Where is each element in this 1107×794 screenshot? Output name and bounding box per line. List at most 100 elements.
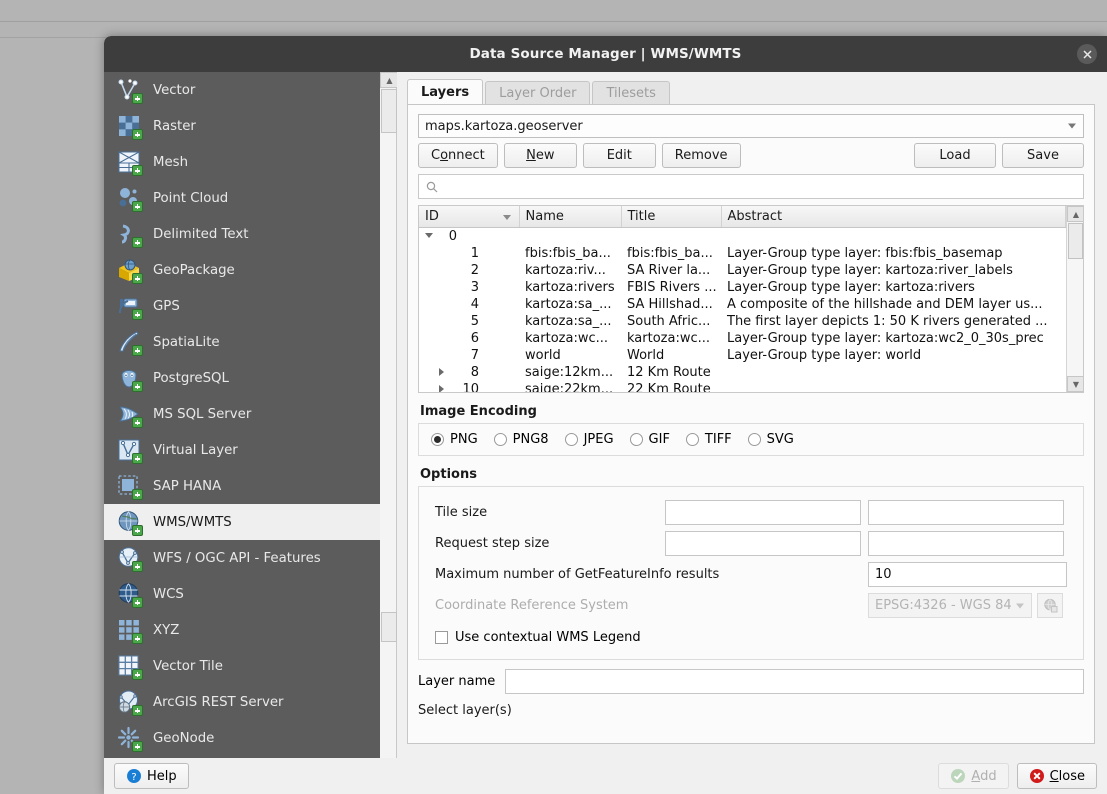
sidebar-scrollbar[interactable]: ▲ ▼ — [380, 72, 399, 794]
layers-table-scrollbar[interactable]: ▲ ▼ — [1066, 206, 1083, 392]
layer-name-input[interactable] — [505, 669, 1084, 694]
sidebar-item-xyz[interactable]: XYZ — [104, 612, 380, 648]
table-scroll-down-icon[interactable]: ▼ — [1067, 376, 1083, 392]
contextual-legend-row[interactable]: Use contextual WMS Legend — [435, 623, 1067, 651]
table-row[interactable]: 3 kartoza:rivers FBIS Rivers ... Layer-Grou… — [419, 279, 1066, 296]
crs-combobox: EPSG:4326 - WGS 84 — [868, 593, 1032, 618]
wms-panel: Layers Layer Order Tilesets maps.kartoza.g… — [397, 72, 1107, 794]
sidebar-item-label: SpatiaLite — [153, 334, 220, 350]
sidebar-item-vector-tile[interactable]: Vector Tile — [104, 648, 380, 684]
layer-search-field[interactable] — [418, 174, 1084, 199]
sidebar-item-wms-wmts[interactable]: WMS/WMTS — [104, 504, 381, 540]
request-step-width-input[interactable] — [665, 531, 861, 556]
scroll-up-arrow-icon[interactable]: ▲ — [380, 72, 399, 88]
radio-indicator[interactable] — [493, 433, 507, 446]
tab-layers[interactable]: Layers — [407, 79, 484, 105]
encoding-radio-jpeg[interactable]: JPEG — [564, 432, 614, 447]
save-button[interactable]: Save — [1002, 143, 1084, 168]
cell-title: World — [627, 348, 665, 363]
expander-collapse-icon[interactable] — [425, 233, 433, 238]
sidebar-item-vector[interactable]: Vector — [104, 72, 380, 108]
table-row[interactable]: 10 saige:22km... 22 Km Route — [419, 381, 1066, 392]
cell-title: South Afric... — [627, 314, 711, 329]
sidebar-scroll-thumb[interactable] — [381, 89, 398, 133]
connect-button[interactable]: Connect — [418, 143, 498, 168]
sidebar-item-label: GeoPackage — [153, 262, 235, 278]
help-button[interactable]: ? Help — [114, 763, 189, 789]
cell-abstract: Layer-Group type layer: world — [727, 348, 922, 363]
dialog-body: Vector Raster Mesh Point Cloud Delimited Tex… — [104, 72, 1107, 794]
cell-title: SA River la... — [627, 263, 711, 278]
vector-icon — [116, 77, 143, 104]
table-row[interactable]: 5 kartoza:sa_... South Afric... The first l… — [419, 313, 1066, 330]
chevron-down-icon — [1016, 603, 1024, 608]
sidebar-item-wfs-ogc-api-features[interactable]: WFS / OGC API - Features — [104, 540, 380, 576]
sidebar-scroll-thumb-secondary[interactable] — [381, 612, 398, 642]
sidebar-item-delimited-text[interactable]: Delimited Text — [104, 216, 380, 252]
sidebar-item-spatialite[interactable]: SpatiaLite — [104, 324, 380, 360]
sidebar-item-mesh[interactable]: Mesh — [104, 144, 380, 180]
add-button[interactable]: Add — [938, 763, 1009, 789]
table-row[interactable]: 0 — [419, 228, 1066, 246]
close-icon[interactable] — [1077, 44, 1097, 64]
table-row[interactable]: 1 fbis:fbis_ba... fbis:fbis_ba... Layer-Gro… — [419, 245, 1066, 262]
layers-tab-panel: maps.kartoza.geoserver Connect New Edit … — [407, 105, 1095, 744]
table-row[interactable]: 7 world World Layer-Group type layer: world — [419, 347, 1066, 364]
sidebar-item-wcs[interactable]: WCS — [104, 576, 380, 612]
sidebar-item-arcgis-rest-server[interactable]: ArcGIS REST Server — [104, 684, 380, 720]
sidebar-item-geonode[interactable]: GeoNode — [104, 720, 380, 756]
max-getfeatureinfo-input[interactable] — [868, 562, 1067, 587]
connection-combobox[interactable]: maps.kartoza.geoserver — [418, 114, 1084, 138]
column-header-title[interactable]: Title — [621, 206, 722, 228]
table-row[interactable]: 8 saige:12km... 12 Km Route — [419, 364, 1066, 381]
tile-size-height-input[interactable] — [868, 500, 1064, 525]
cell-name: kartoza:rivers — [525, 280, 615, 295]
encoding-radio-png[interactable]: PNG — [431, 432, 478, 447]
load-button[interactable]: Load — [914, 143, 996, 168]
request-step-height-input[interactable] — [868, 531, 1064, 556]
sidebar-item-virtual-layer[interactable]: Virtual Layer — [104, 432, 380, 468]
sidebar-item-gps[interactable]: GPS — [104, 288, 380, 324]
sidebar-item-sap-hana[interactable]: SAP HANA — [104, 468, 380, 504]
column-header-id[interactable]: ID — [419, 206, 520, 228]
expander-expand-icon[interactable] — [439, 385, 444, 392]
contextual-legend-checkbox[interactable] — [435, 630, 448, 644]
table-row[interactable]: 6 kartoza:wc... kartoza:wc... Layer-Group t… — [419, 330, 1066, 347]
table-row[interactable]: 4 kartoza:sa_... SA Hillshad... A composite… — [419, 296, 1066, 313]
sidebar-item-point-cloud[interactable]: Point Cloud — [104, 180, 380, 216]
sidebar-item-label: SAP HANA — [153, 478, 222, 494]
radio-indicator[interactable] — [431, 433, 444, 446]
wms-icon — [116, 509, 143, 536]
radio-indicator[interactable] — [747, 433, 761, 446]
new-button[interactable]: New — [503, 143, 577, 168]
encoding-radio-label: GIF — [648, 432, 670, 447]
cell-abstract — [721, 381, 1066, 392]
table-scroll-thumb[interactable] — [1068, 223, 1083, 259]
table-scroll-up-icon[interactable]: ▲ — [1067, 206, 1083, 222]
encoding-radio-gif[interactable]: GIF — [629, 432, 670, 447]
radio-indicator[interactable] — [564, 433, 578, 446]
encoding-radio-tiff[interactable]: TIFF — [685, 432, 732, 447]
sidebar-item-raster[interactable]: Raster — [104, 108, 380, 144]
search-input[interactable] — [444, 178, 1076, 195]
encoding-radio-svg[interactable]: SVG — [747, 432, 794, 447]
remove-button[interactable]: Remove — [661, 143, 741, 168]
sidebar-item-ms-sql-server[interactable]: MS SQL Server — [104, 396, 380, 432]
expander-expand-icon[interactable] — [439, 368, 444, 376]
edit-button[interactable]: Edit — [582, 143, 656, 168]
crs-globe-icon — [1037, 593, 1063, 618]
tile-size-width-input[interactable] — [665, 500, 861, 525]
sidebar-item-geopackage[interactable]: GeoPackage — [104, 252, 380, 288]
encoding-radio-png8[interactable]: PNG8 — [493, 432, 549, 447]
sidebar-item-postgresql[interactable]: PostgreSQL — [104, 360, 380, 396]
cell-title: kartoza:wc... — [627, 331, 711, 346]
radio-indicator[interactable] — [629, 433, 643, 446]
radio-indicator[interactable] — [685, 433, 699, 446]
chevron-down-icon — [1068, 123, 1076, 129]
table-row[interactable]: 2 kartoza:riv... SA River la... Layer-Group… — [419, 262, 1066, 279]
column-header-abstract[interactable]: Abstract — [721, 206, 1066, 228]
layers-table[interactable]: ID Name Title Abstract 0 1 fbis:fbis_ba...… — [418, 205, 1084, 393]
column-header-name[interactable]: Name — [519, 206, 622, 228]
tile-size-label: Tile size — [435, 505, 488, 520]
close-button[interactable]: Close — [1016, 763, 1097, 789]
